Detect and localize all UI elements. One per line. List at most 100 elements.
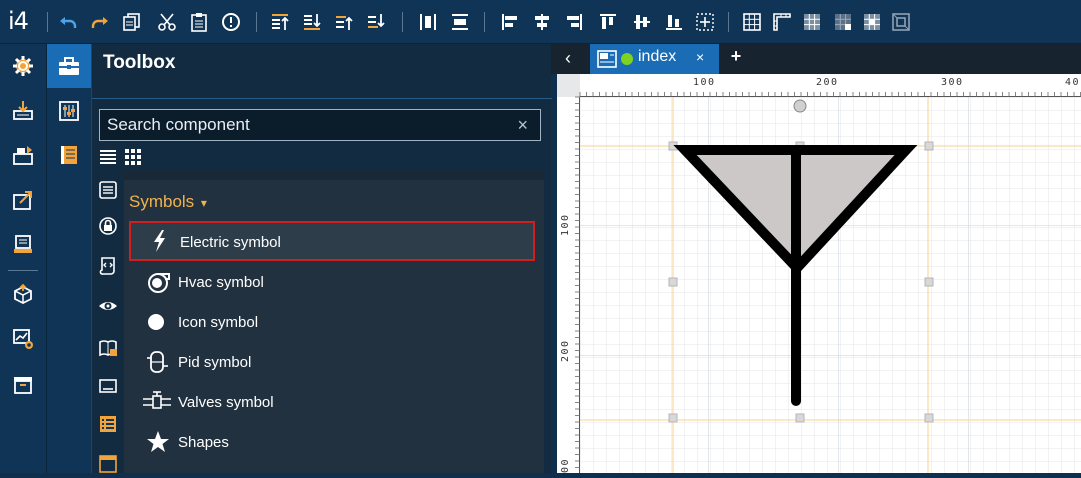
ruler-label-y: 00: [560, 458, 571, 473]
list-item-label: Electric symbol: [180, 234, 281, 251]
ruler-label-y: 200: [560, 339, 571, 362]
main-sidebar: [0, 44, 47, 473]
list-item-hvac-symbol[interactable]: Hvac symbol: [129, 262, 535, 302]
app-logo: i4: [8, 7, 28, 35]
window-icon[interactable]: [98, 454, 118, 474]
category-bar: [92, 172, 124, 473]
list-item-label: Valves symbol: [178, 394, 274, 411]
paste-icon[interactable]: [189, 12, 209, 32]
tab-scroll-left-icon[interactable]: ‹: [551, 44, 585, 74]
notebook-icon: [59, 144, 79, 166]
align-bottom-icon[interactable]: [664, 12, 684, 32]
symbol-list: Symbols ▾ Electric symbol Hvac symbol Ic…: [124, 180, 544, 473]
align-right-icon[interactable]: [564, 12, 584, 32]
package-box-icon[interactable]: [12, 284, 34, 306]
align-center-icon[interactable]: [532, 12, 552, 32]
ruler-vertical: [557, 74, 580, 473]
sliders-icon: [58, 100, 80, 122]
clear-search-icon[interactable]: ×: [517, 115, 528, 136]
list-item-label: Hvac symbol: [178, 274, 264, 291]
distribute-horizontal-icon[interactable]: [418, 12, 438, 32]
status-dot-icon: [620, 52, 634, 66]
ruler-corner: [557, 74, 580, 97]
add-tab-button[interactable]: +: [724, 46, 748, 72]
list-scroll-track: [124, 172, 544, 180]
align-top-icon[interactable]: [598, 12, 618, 32]
ruler-label-y: 100: [560, 213, 571, 236]
display-panel-icon[interactable]: [98, 376, 118, 396]
rotate-handle[interactable]: [794, 100, 806, 112]
star-icon: [146, 430, 170, 454]
download-icon[interactable]: [12, 99, 34, 121]
select-cell-icon[interactable]: [862, 12, 882, 32]
list-item-label: Icon symbol: [178, 314, 258, 331]
center-on-page-icon[interactable]: [695, 12, 715, 32]
script-scroll-icon[interactable]: [98, 256, 118, 276]
canvas-svg: 100 200 300 40 100 200 00: [557, 74, 1081, 473]
list-view-icon[interactable]: [99, 148, 117, 166]
search-box: ×: [99, 109, 541, 141]
grid-view-icon[interactable]: [124, 148, 142, 166]
close-tab-icon[interactable]: ×: [696, 49, 704, 65]
document-stack-icon[interactable]: [12, 233, 34, 255]
cut-icon[interactable]: [157, 12, 177, 32]
list-item-valves-symbol[interactable]: Valves symbol: [129, 382, 535, 422]
grid-icon[interactable]: [742, 12, 762, 32]
align-left-icon[interactable]: [500, 12, 520, 32]
panel-tab-bar: [47, 44, 91, 473]
form-list-icon[interactable]: [98, 180, 118, 200]
panel-title: Toolbox: [103, 52, 175, 74]
design-canvas[interactable]: 100 200 300 40 100 200 00: [557, 74, 1081, 473]
ruler-icon[interactable]: [772, 12, 792, 32]
ruler-label-x: 300: [941, 77, 964, 88]
tab-label: index: [638, 48, 676, 66]
list-item-electric-symbol[interactable]: Electric symbol: [129, 221, 535, 261]
search-input[interactable]: [100, 110, 500, 140]
lock-grid-icon[interactable]: [833, 12, 853, 32]
pid-icon: [146, 350, 170, 374]
list-item-icon-symbol[interactable]: Icon symbol: [129, 302, 535, 342]
page-template-icon: [597, 49, 617, 69]
settings-gear-icon[interactable]: [12, 55, 34, 77]
table-list-icon[interactable]: [98, 414, 118, 434]
editor-tab-strip: ‹ index × +: [551, 44, 1081, 74]
eye-icon[interactable]: [98, 296, 118, 316]
ruler-label-x: 40: [1065, 77, 1080, 88]
book-language-icon[interactable]: [98, 338, 118, 358]
export-icon[interactable]: [12, 189, 34, 211]
toolbar-separator: [47, 12, 48, 32]
align-middle-icon[interactable]: [632, 12, 652, 32]
snap-grid-icon[interactable]: [802, 12, 822, 32]
ruler-label-x: 200: [816, 77, 839, 88]
toolbar-separator: [256, 12, 257, 32]
tab-index[interactable]: index ×: [590, 44, 719, 74]
redo-icon[interactable]: [90, 12, 110, 32]
toolbox-tab[interactable]: [47, 44, 91, 88]
sidebar-separator: [8, 270, 38, 271]
bring-to-front-icon[interactable]: [270, 12, 290, 32]
list-item-label: Shapes: [178, 434, 229, 451]
toolbar-separator: [728, 12, 729, 32]
bring-forward-icon[interactable]: [334, 12, 354, 32]
security-lock-icon[interactable]: [98, 216, 118, 236]
distribute-vertical-icon[interactable]: [450, 12, 470, 32]
panel-divider: [92, 98, 552, 99]
archive-box-icon[interactable]: [12, 374, 34, 396]
layers-tab[interactable]: [47, 132, 91, 176]
main-toolbar: i4: [0, 0, 1081, 44]
chart-settings-icon[interactable]: [12, 328, 34, 350]
copy-icon[interactable]: [122, 12, 142, 32]
undo-icon[interactable]: [58, 12, 78, 32]
list-item-shapes[interactable]: Shapes: [129, 422, 535, 462]
send-to-back-icon[interactable]: [302, 12, 322, 32]
print-upload-icon[interactable]: [12, 144, 34, 166]
list-item-pid-symbol[interactable]: Pid symbol: [129, 342, 535, 382]
valve-icon: [143, 390, 171, 414]
send-backward-icon[interactable]: [366, 12, 386, 32]
category-header[interactable]: Symbols ▾: [129, 192, 207, 212]
zoom-fit-icon[interactable]: [891, 12, 911, 32]
info-alert-icon[interactable]: [221, 12, 241, 32]
toolbox-icon: [57, 54, 81, 78]
list-item-label: Pid symbol: [178, 354, 251, 371]
properties-tab[interactable]: [47, 88, 91, 132]
